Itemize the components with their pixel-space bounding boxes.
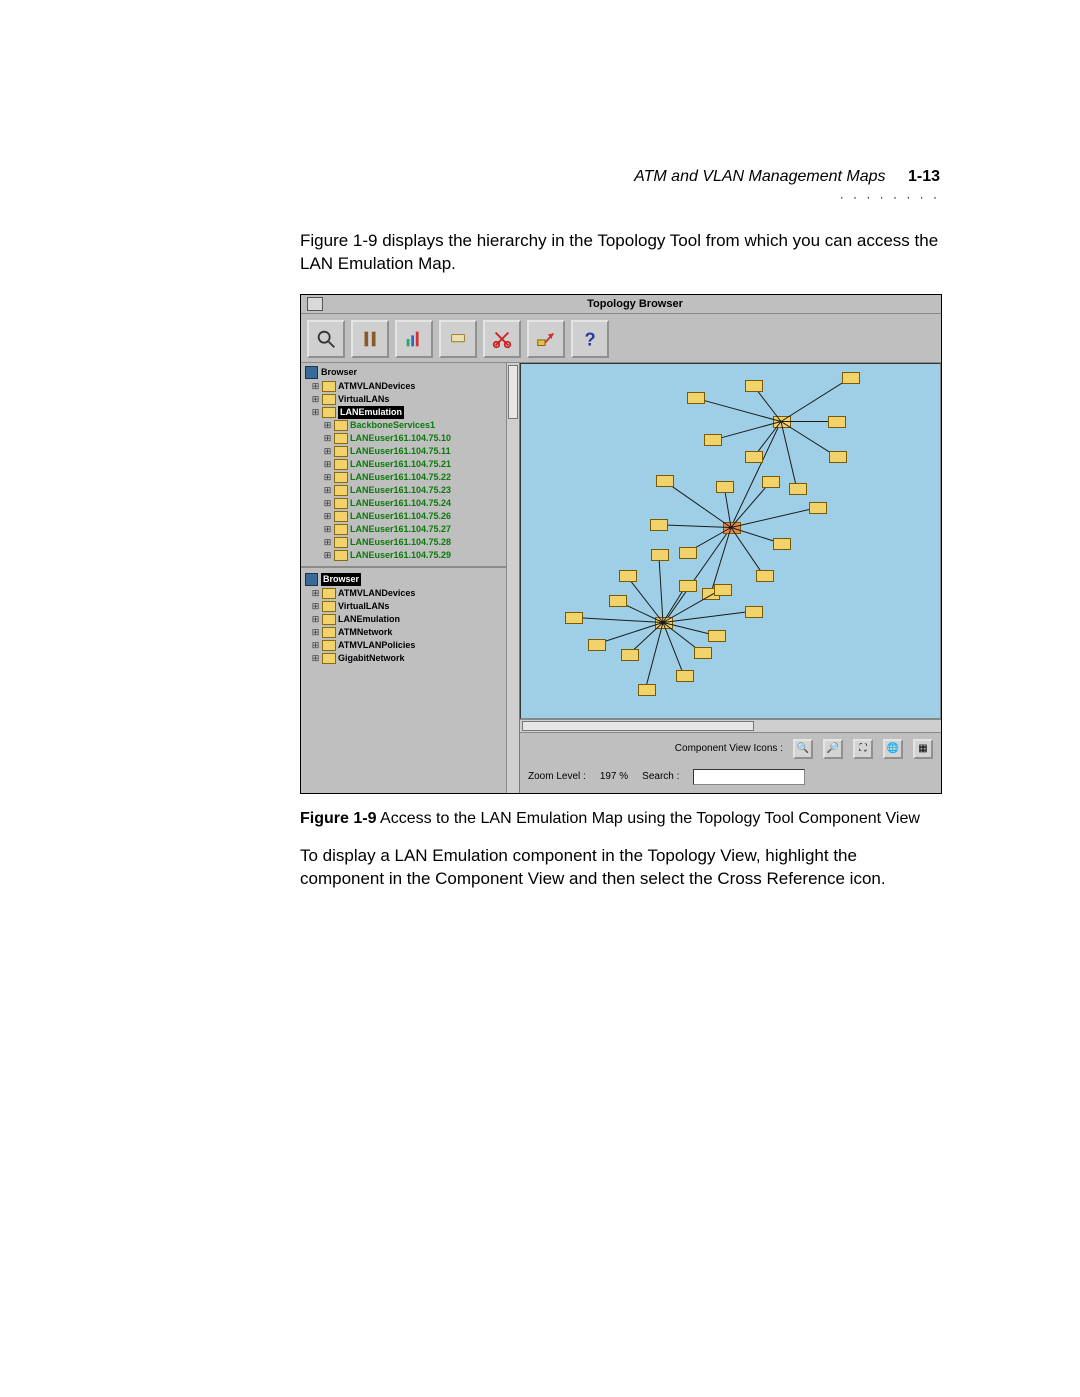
component-view-icons-label: Component View Icons : [675, 743, 783, 754]
component-tree-bottom[interactable]: Browser⊞ATMVLANDevices⊞VirtualLANs⊞LANEm… [301, 570, 519, 667]
running-header: ATM and VLAN Management Maps 1-13 [634, 168, 940, 186]
layout-icon[interactable]: ▦ [913, 739, 933, 759]
page-number: 1-13 [908, 168, 940, 185]
tree-item[interactable]: ⊞LANEmulation [305, 613, 517, 626]
topology-canvas[interactable] [520, 363, 941, 719]
topology-browser-window: Topology Browser ? Browser⊞ATMVLANDevice… [300, 294, 942, 794]
tree-item[interactable]: ⊞VirtualLANs [305, 393, 517, 406]
window-titlebar: Topology Browser [301, 295, 941, 314]
tree-item[interactable]: ⊞LANEuser161.104.75.29 [305, 549, 517, 562]
outro-paragraph: To display a LAN Emulation component in … [300, 845, 940, 891]
toolbar: ? [301, 314, 941, 363]
filter-button[interactable] [351, 320, 389, 358]
tree-root[interactable]: Browser [305, 572, 517, 587]
globe-icon[interactable]: 🌐 [883, 739, 903, 759]
tree-scrollbar[interactable] [506, 363, 519, 793]
window-title: Topology Browser [329, 298, 941, 310]
tree-item[interactable]: ⊞LANEuser161.104.75.11 [305, 445, 517, 458]
zoom-level-value: 197 % [600, 771, 628, 782]
tree-item[interactable]: ⊞LANEuser161.104.75.10 [305, 432, 517, 445]
figure-caption: Figure 1-9 Access to the LAN Emulation M… [300, 808, 940, 830]
tree-item[interactable]: ⊞LANEuser161.104.75.21 [305, 458, 517, 471]
figure-caption-text: Access to the LAN Emulation Map using th… [380, 810, 920, 827]
intro-paragraph: Figure 1-9 displays the hierarchy in the… [300, 230, 940, 276]
search-button[interactable] [307, 320, 345, 358]
window-system-menu[interactable] [307, 297, 323, 311]
status-row-zoom: Zoom Level : 197 % Search : [520, 765, 941, 793]
tree-item[interactable]: ⊞ATMVLANPolicies [305, 639, 517, 652]
tree-root[interactable]: Browser [305, 365, 517, 380]
zoom-level-label: Zoom Level : [528, 771, 586, 782]
tree-item[interactable]: ⊞LANEuser161.104.75.22 [305, 471, 517, 484]
status-row-icons: Component View Icons : 🔍 🔎 ⛶ 🌐 ▦ [520, 732, 941, 765]
tree-item[interactable]: ⊞LANEuser161.104.75.28 [305, 536, 517, 549]
tree-item[interactable]: ⊞LANEmulation [305, 406, 517, 419]
tag-button[interactable] [439, 320, 477, 358]
tree-item[interactable]: ⊞ATMVLANDevices [305, 587, 517, 600]
tree-item[interactable]: ⊞LANEuser161.104.75.24 [305, 497, 517, 510]
chart-button[interactable] [395, 320, 433, 358]
search-input[interactable] [693, 769, 805, 785]
header-dots: · · · · · · · · [840, 190, 940, 204]
help-button[interactable]: ? [571, 320, 609, 358]
tree-item[interactable]: ⊞ATMNetwork [305, 626, 517, 639]
zoom-out-icon[interactable]: 🔎 [823, 739, 843, 759]
tree-item[interactable]: ⊞LANEuser161.104.75.27 [305, 523, 517, 536]
tree-item[interactable]: ⊞VirtualLANs [305, 600, 517, 613]
component-tree-top[interactable]: Browser⊞ATMVLANDevices⊞VirtualLANs⊞LANEm… [301, 363, 519, 564]
fit-icon[interactable]: ⛶ [853, 739, 873, 759]
search-label: Search : [642, 771, 679, 782]
zoom-in-icon[interactable]: 🔍 [793, 739, 813, 759]
tree-pane: Browser⊞ATMVLANDevices⊞VirtualLANs⊞LANEm… [301, 363, 520, 793]
tree-item[interactable]: ⊞GigabitNetwork [305, 652, 517, 665]
header-title: ATM and VLAN Management Maps [634, 168, 885, 185]
tree-item[interactable]: ⊞LANEuser161.104.75.23 [305, 484, 517, 497]
cut-button[interactable] [483, 320, 521, 358]
figure-number: Figure 1-9 [300, 810, 376, 827]
tree-item[interactable]: ⊞BackboneServices1 [305, 419, 517, 432]
tree-item[interactable]: ⊞ATMVLANDevices [305, 380, 517, 393]
tree-item[interactable]: ⊞LANEuser161.104.75.26 [305, 510, 517, 523]
canvas-horizontal-scrollbar[interactable] [520, 719, 941, 732]
svg-text:?: ? [585, 328, 596, 349]
cross-reference-button[interactable] [527, 320, 565, 358]
